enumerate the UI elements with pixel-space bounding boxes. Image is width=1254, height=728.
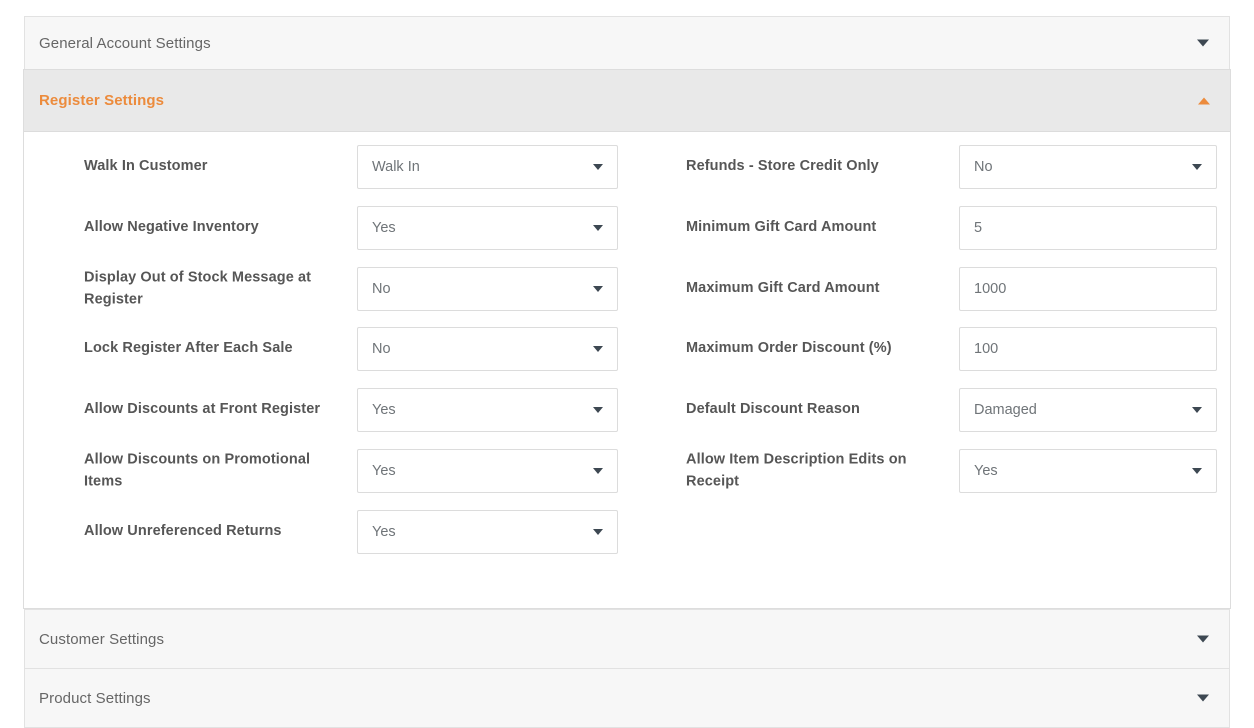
field-allow-item-description-edits-on-receipt: Allow Item Description Edits on Receipt … [661,449,1231,493]
panel-header-general-account-settings[interactable]: General Account Settings [25,17,1229,69]
field-allow-negative-inventory: Allow Negative Inventory Yes [60,206,630,250]
field-maximum-order-discount: Maximum Order Discount (%) 100 [661,327,1231,371]
field-label-default-discount-reason: Default Discount Reason [686,401,860,418]
field-allow-discounts-at-front-register: Allow Discounts at Front Register Yes [60,388,630,432]
settings-accordion: General Account Settings Register Settin… [23,16,1231,728]
select-allow-item-description-edits-on-receipt[interactable]: Yes [959,449,1217,493]
chevron-down-icon [593,225,603,231]
select-allow-unreferenced-returns[interactable]: Yes [357,510,618,554]
chevron-down-icon [1192,164,1202,170]
field-label-maximum-gift-card-amount: Maximum Gift Card Amount [686,280,880,297]
input-value-minimum-gift-card-amount: 5 [974,220,983,236]
chevron-down-icon[interactable] [1197,39,1209,47]
field-allow-unreferenced-returns: Allow Unreferenced Returns Yes [60,510,630,554]
chevron-down-icon [1192,407,1202,413]
field-minimum-gift-card-amount: Minimum Gift Card Amount 5 [661,206,1231,250]
field-default-discount-reason: Default Discount Reason Damaged [661,388,1231,432]
panel-header-customer-settings[interactable]: Customer Settings [25,610,1229,668]
input-value-maximum-gift-card-amount: 1000 [974,281,1007,297]
select-value-allow-discounts-on-promotional-items: Yes [372,463,396,479]
input-minimum-gift-card-amount[interactable]: 5 [959,206,1217,250]
panel-header-product-settings[interactable]: Product Settings [25,669,1229,727]
panel-register-settings: Register Settings Walk In Customer Walk … [23,69,1231,609]
field-maximum-gift-card-amount: Maximum Gift Card Amount 1000 [661,267,1231,311]
select-value-default-discount-reason: Damaged [974,402,1037,418]
panel-title-product-settings: Product Settings [39,689,151,707]
select-allow-discounts-at-front-register[interactable]: Yes [357,388,618,432]
field-label-refunds-store-credit-only: Refunds - Store Credit Only [686,158,879,175]
select-value-refunds-store-credit-only: No [974,159,993,175]
chevron-down-icon [593,164,603,170]
select-display-out-of-stock-message[interactable]: No [357,267,618,311]
field-lock-register-after-each-sale: Lock Register After Each Sale No [60,327,630,371]
select-value-allow-item-description-edits-on-receipt: Yes [974,463,998,479]
panel-title-general-account-settings: General Account Settings [39,34,211,52]
field-label-allow-item-description-edits-on-receipt: Allow Item Description Edits on Receipt [686,451,907,489]
panel-title-register-settings: Register Settings [39,92,165,109]
select-value-walk-in-customer: Walk In [372,159,420,175]
panel-product-settings: Product Settings [24,668,1230,728]
field-walk-in-customer: Walk In Customer Walk In [60,145,630,189]
panel-general-account-settings: General Account Settings [24,16,1230,69]
select-lock-register-after-each-sale[interactable]: No [357,327,618,371]
select-value-allow-negative-inventory: Yes [372,220,396,236]
input-maximum-gift-card-amount[interactable]: 1000 [959,267,1217,311]
chevron-down-icon [593,529,603,535]
field-label-display-out-of-stock-message: Display Out of Stock Message at Register [84,269,312,307]
field-label-allow-discounts-at-front-register: Allow Discounts at Front Register [84,401,321,418]
field-display-out-of-stock-message: Display Out of Stock Message at Register… [60,267,630,311]
field-label-maximum-order-discount: Maximum Order Discount (%) [686,340,892,357]
field-label-walk-in-customer: Walk In Customer [84,158,208,175]
select-value-lock-register-after-each-sale: No [372,341,391,357]
chevron-down-icon[interactable] [1197,694,1209,702]
panel-header-register-settings[interactable]: Register Settings [24,70,1230,132]
panel-customer-settings: Customer Settings [24,609,1230,668]
select-walk-in-customer[interactable]: Walk In [357,145,618,189]
chevron-up-icon[interactable] [1198,97,1210,104]
select-allow-negative-inventory[interactable]: Yes [357,206,618,250]
field-label-allow-unreferenced-returns: Allow Unreferenced Returns [84,523,282,540]
field-label-minimum-gift-card-amount: Minimum Gift Card Amount [686,219,877,236]
register-settings-form: Walk In Customer Walk In Allow Negative … [24,132,1230,608]
select-value-display-out-of-stock-message: No [372,281,391,297]
chevron-down-icon [593,407,603,413]
select-default-discount-reason[interactable]: Damaged [959,388,1217,432]
select-refunds-store-credit-only[interactable]: No [959,145,1217,189]
field-label-lock-register-after-each-sale: Lock Register After Each Sale [84,340,293,357]
chevron-down-icon [1192,468,1202,474]
chevron-down-icon[interactable] [1197,635,1209,643]
field-refunds-store-credit-only: Refunds - Store Credit Only No [661,145,1231,189]
field-label-allow-negative-inventory: Allow Negative Inventory [84,219,259,236]
chevron-down-icon [593,468,603,474]
field-label-allow-discounts-on-promotional-items: Allow Discounts on Promotional Items [84,451,311,489]
chevron-down-icon [593,286,603,292]
input-maximum-order-discount[interactable]: 100 [959,327,1217,371]
field-allow-discounts-on-promotional-items: Allow Discounts on Promotional Items Yes [60,449,630,493]
select-value-allow-discounts-at-front-register: Yes [372,402,396,418]
input-value-maximum-order-discount: 100 [974,341,999,357]
select-allow-discounts-on-promotional-items[interactable]: Yes [357,449,618,493]
chevron-down-icon [593,346,603,352]
panel-title-customer-settings: Customer Settings [39,630,165,648]
select-value-allow-unreferenced-returns: Yes [372,524,396,540]
